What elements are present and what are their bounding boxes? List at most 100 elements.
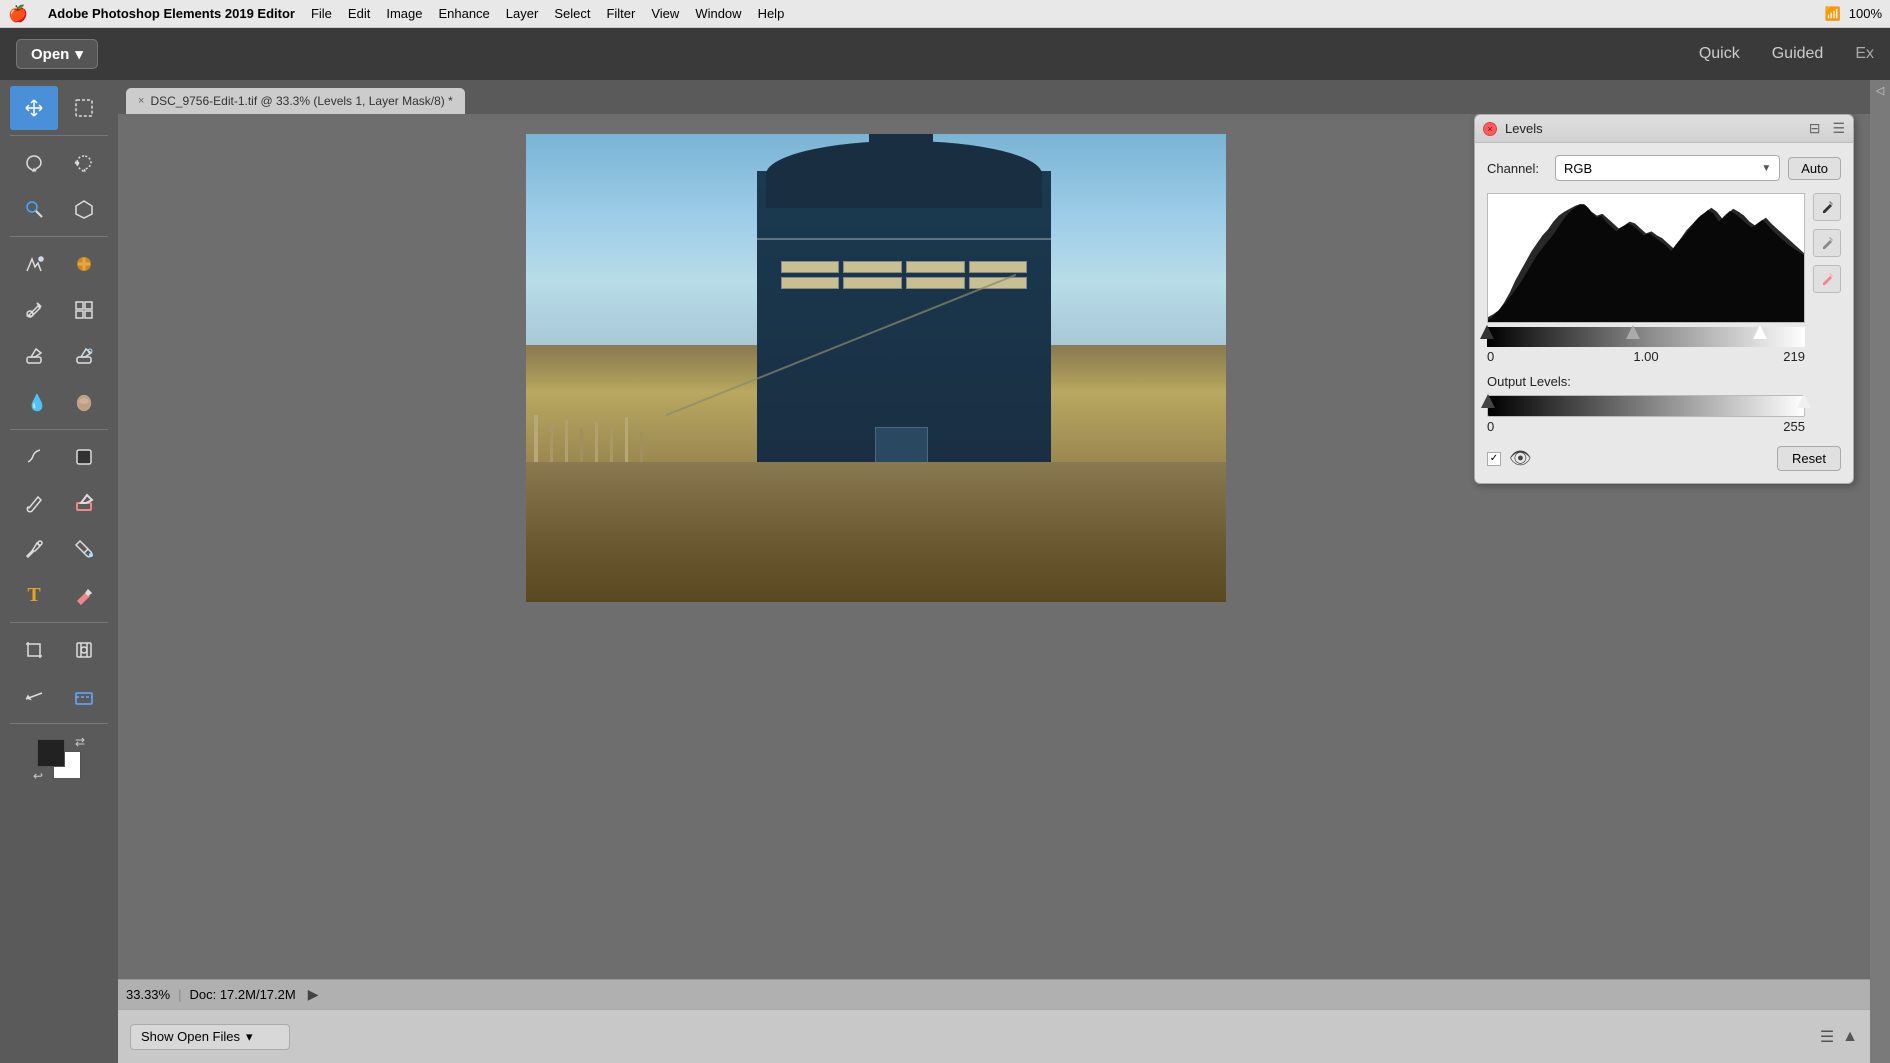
- zoom-level: 33.33%: [126, 987, 170, 1002]
- menu-help[interactable]: Help: [758, 6, 785, 21]
- white-point-slider[interactable]: [1753, 325, 1767, 339]
- magnetic-lasso[interactable]: [60, 141, 108, 185]
- text-tool[interactable]: T: [10, 573, 58, 617]
- levels-titlebar: × Levels ⊟ ☰: [1475, 115, 1853, 143]
- levels-title: Levels: [1505, 121, 1801, 136]
- channel-value: RGB: [1564, 161, 1761, 176]
- brush-tool[interactable]: [10, 481, 58, 525]
- spot-healing[interactable]: [60, 242, 108, 286]
- mode-quick[interactable]: Quick: [1699, 45, 1740, 63]
- tool-row-1: [4, 86, 114, 130]
- sponge-tool[interactable]: [60, 380, 108, 424]
- pattern-stamp[interactable]: [60, 288, 108, 332]
- marquee-tool[interactable]: [60, 86, 108, 130]
- gravel: [526, 462, 1226, 602]
- blur-tool[interactable]: 💧: [10, 380, 58, 424]
- eye-preview-icon[interactable]: 👁: [1509, 448, 1532, 469]
- pencil-btn[interactable]: [60, 573, 108, 617]
- recompose-tool[interactable]: [60, 628, 108, 672]
- output-black-value: 0: [1487, 419, 1494, 434]
- channel-label: Channel:: [1487, 161, 1547, 176]
- output-slider-container[interactable]: [1487, 395, 1805, 417]
- list-view-icon[interactable]: ☰: [1820, 1027, 1834, 1047]
- wire-svg: [666, 228, 1016, 462]
- eraser-b[interactable]: [60, 481, 108, 525]
- smudge-tool[interactable]: [10, 435, 58, 479]
- channel-select[interactable]: RGB ▼: [1555, 155, 1780, 181]
- input-values-row: 0 1.00 219: [1487, 349, 1805, 364]
- crop-tool[interactable]: [10, 628, 58, 672]
- clone-stamp[interactable]: [10, 288, 58, 332]
- levels-content: Channel: RGB ▼ Auto: [1475, 143, 1853, 483]
- black-eyedropper-btn[interactable]: [1813, 193, 1841, 221]
- mode-expert[interactable]: Ex: [1855, 45, 1874, 63]
- reset-colors-icon[interactable]: ↩: [33, 769, 43, 783]
- straighten-tool[interactable]: [10, 674, 58, 718]
- white-eyedropper-btn[interactable]: [1813, 265, 1841, 293]
- open-dropdown-arrow[interactable]: ▾: [75, 45, 83, 63]
- canvas-viewport[interactable]: × Levels ⊟ ☰ Channel: RGB: [118, 114, 1870, 979]
- mode-guided[interactable]: Guided: [1772, 45, 1824, 63]
- menu-filter[interactable]: Filter: [606, 6, 635, 21]
- input-sliders[interactable]: [1487, 327, 1805, 347]
- white-input-value: 219: [1755, 349, 1805, 364]
- output-black-slider[interactable]: [1481, 394, 1495, 408]
- wifi-icon: 📶: [1825, 6, 1841, 22]
- doc-size: Doc: 17.2M/17.2M: [189, 987, 295, 1002]
- black-point-slider[interactable]: [1480, 325, 1494, 339]
- histogram-container: [1487, 193, 1805, 323]
- tool-row-6: [4, 334, 114, 378]
- output-white-value: 255: [1783, 419, 1805, 434]
- smart-brush[interactable]: [10, 187, 58, 231]
- sampler-tool[interactable]: [10, 527, 58, 571]
- swap-colors-icon[interactable]: ⇄: [75, 735, 85, 749]
- output-white-slider[interactable]: [1797, 394, 1811, 408]
- open-label: Open: [31, 46, 69, 63]
- channel-select-wrapper: RGB ▼: [1555, 155, 1780, 181]
- tab-close-btn[interactable]: ×: [138, 95, 144, 107]
- reset-button[interactable]: Reset: [1777, 446, 1841, 471]
- channel-row: Channel: RGB ▼ Auto: [1487, 155, 1841, 181]
- channel-dropdown-arrow: ▼: [1761, 163, 1771, 174]
- pencil-eraser[interactable]: [10, 334, 58, 378]
- status-arrow-btn[interactable]: ▶: [308, 986, 319, 1003]
- document-tab[interactable]: × DSC_9756-Edit-1.tif @ 33.3% (Levels 1,…: [126, 88, 465, 114]
- bg-eraser[interactable]: [60, 334, 108, 378]
- auto-button[interactable]: Auto: [1788, 157, 1841, 180]
- levels-panel-menu-icon[interactable]: ⊟: [1809, 120, 1821, 137]
- midpoint-slider[interactable]: [1626, 325, 1640, 339]
- lasso-tool[interactable]: [10, 141, 58, 185]
- expand-icon[interactable]: ▲: [1842, 1028, 1858, 1046]
- right-panel-tab[interactable]: ◁: [1874, 84, 1887, 97]
- menu-window[interactable]: Window: [695, 6, 741, 21]
- menu-image[interactable]: Image: [386, 6, 422, 21]
- gray-eyedropper-btn[interactable]: [1813, 229, 1841, 257]
- menu-select[interactable]: Select: [554, 6, 590, 21]
- move-tool[interactable]: [10, 86, 58, 130]
- detail-smart-brush[interactable]: [60, 187, 108, 231]
- levels-expand-icon[interactable]: ☰: [1832, 120, 1845, 137]
- right-panel: ◁: [1870, 80, 1890, 1063]
- foreground-color[interactable]: [37, 739, 65, 767]
- quick-selection[interactable]: [10, 242, 58, 286]
- paint-bucket[interactable]: [60, 527, 108, 571]
- menu-view[interactable]: View: [651, 6, 679, 21]
- preview-checkbox[interactable]: ✓: [1487, 452, 1501, 466]
- show-open-files-button[interactable]: Show Open Files ▾: [130, 1024, 290, 1050]
- levels-panel: × Levels ⊟ ☰ Channel: RGB: [1474, 114, 1854, 484]
- menu-file[interactable]: File: [311, 6, 332, 21]
- menu-edit[interactable]: Edit: [348, 6, 370, 21]
- open-button[interactable]: Open ▾: [16, 39, 98, 69]
- apple-menu[interactable]: 🍎: [8, 4, 28, 24]
- tool-row-2: [4, 141, 114, 185]
- menu-layer[interactable]: Layer: [506, 6, 539, 21]
- custom-shape[interactable]: [60, 674, 108, 718]
- tool-row-8: [4, 435, 114, 479]
- levels-close-btn[interactable]: ×: [1483, 122, 1497, 136]
- menu-bar: 🍎 Adobe Photoshop Elements 2019 Editor F…: [0, 0, 1890, 28]
- menu-enhance[interactable]: Enhance: [438, 6, 489, 21]
- tool-row-3: [4, 187, 114, 231]
- dodge-tool[interactable]: [60, 435, 108, 479]
- svg-text:💧: 💧: [27, 393, 45, 412]
- color-swatches[interactable]: ⇄ ↩: [35, 737, 83, 781]
